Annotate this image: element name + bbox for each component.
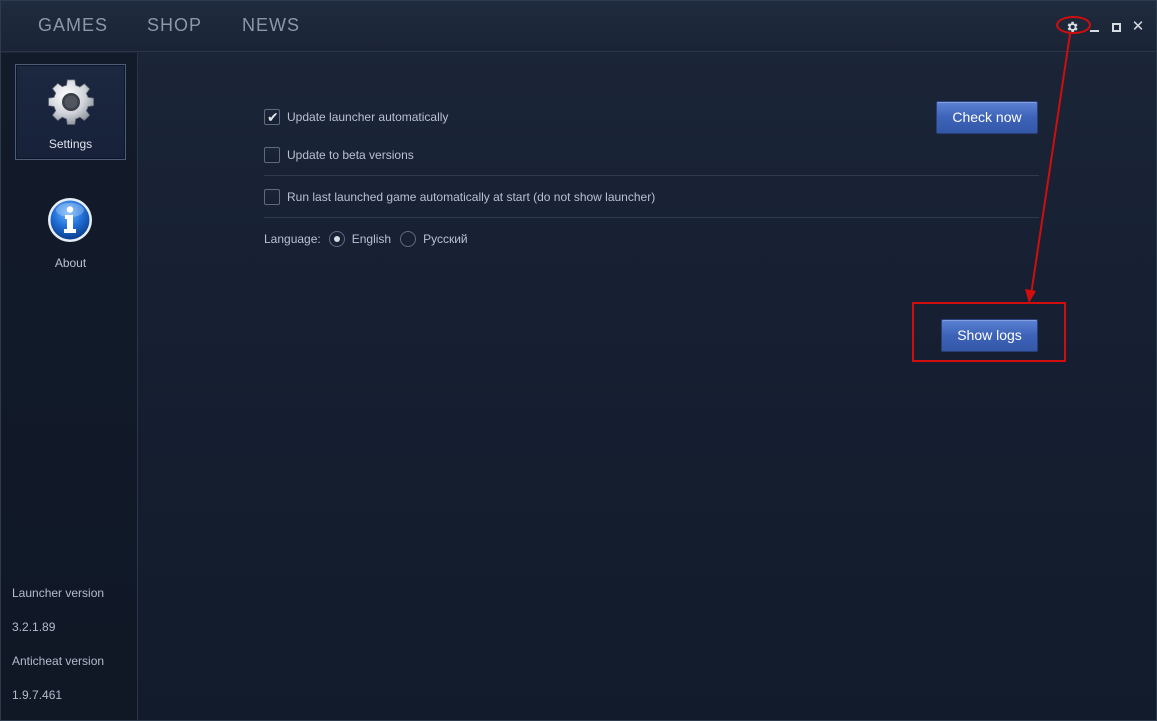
tab-news[interactable]: NEWS xyxy=(242,15,300,39)
sidebar: Settings About Launcher version 3.2.1.89… xyxy=(1,53,138,720)
gear-icon xyxy=(47,79,95,127)
anticheat-version-value: 1.9.7.461 xyxy=(12,688,63,702)
tab-shop[interactable]: SHOP xyxy=(147,15,202,39)
checkmark-icon: ✔ xyxy=(267,109,279,125)
language-english-radio[interactable] xyxy=(328,231,345,247)
sidebar-item-settings[interactable]: Settings xyxy=(15,64,126,160)
update-beta-label: Update to beta versions xyxy=(287,148,414,162)
launcher-version-value: 3.2.1.89 xyxy=(12,620,56,634)
divider xyxy=(264,217,1039,218)
tab-games[interactable]: GAMES xyxy=(38,15,108,39)
language-english-label: English xyxy=(351,232,392,246)
update-beta-row: Update to beta versions xyxy=(264,147,414,163)
sidebar-item-about[interactable]: About xyxy=(15,182,126,278)
update-auto-checkbox[interactable]: ✔ xyxy=(264,109,280,125)
info-icon xyxy=(46,196,94,244)
launcher-version-label: Launcher version xyxy=(12,586,105,600)
language-row: Language: English Русский xyxy=(264,231,477,247)
run-last-checkbox[interactable] xyxy=(264,189,280,205)
annotation-box xyxy=(912,302,1066,362)
settings-panel: ✔ Update launcher automatically Check no… xyxy=(139,53,1156,720)
update-auto-label: Update launcher automatically xyxy=(287,110,449,124)
update-auto-row: ✔ Update launcher automatically xyxy=(264,109,448,125)
divider xyxy=(264,175,1039,176)
run-last-row: Run last launched game automatically at … xyxy=(264,189,655,205)
check-now-button[interactable]: Check now xyxy=(936,101,1038,134)
maximize-icon[interactable] xyxy=(1108,19,1124,35)
update-beta-checkbox[interactable] xyxy=(264,147,280,163)
run-last-label: Run last launched game automatically at … xyxy=(287,190,656,204)
sidebar-item-label: Settings xyxy=(48,137,93,151)
language-russian-radio[interactable] xyxy=(400,231,417,247)
language-label: Language: xyxy=(264,232,321,246)
annotation-ellipse xyxy=(1056,16,1091,34)
close-icon[interactable]: ✕ xyxy=(1130,19,1146,35)
top-nav-bar: GAMES SHOP NEWS ✕ xyxy=(1,1,1156,52)
sidebar-item-label: About xyxy=(54,256,87,270)
language-russian-label: Русский xyxy=(423,232,468,246)
anticheat-version-label: Anticheat version xyxy=(12,654,105,668)
